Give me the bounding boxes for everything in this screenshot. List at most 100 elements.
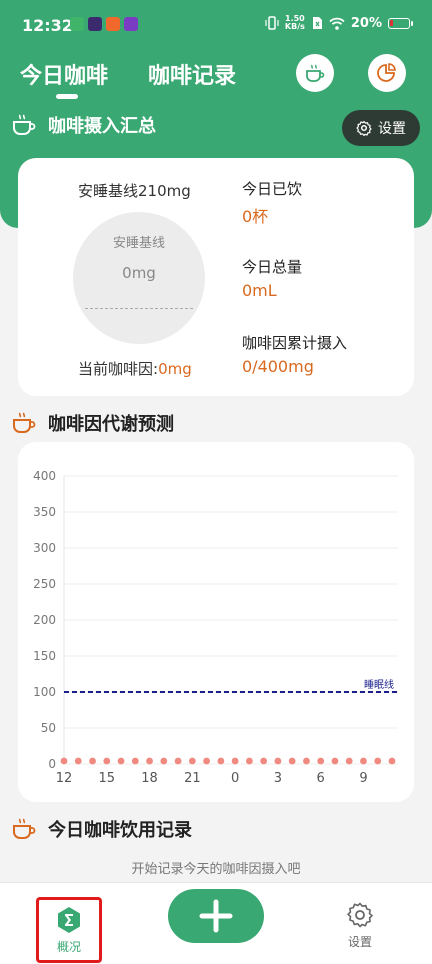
chart-y-tick-label: 300 [33,541,56,555]
nav-overview-label: 概况 [56,939,81,954]
status-bar: 12:32 1.50 KB/s 20% [0,0,432,48]
chart-x-tick-label: 21 [184,771,201,786]
chart-sleep-line-label: 睡眠线 [364,678,394,691]
chart-x-tick-label: 6 [317,771,325,786]
sleep-baseline-title: 安睡基线210mg [78,182,191,200]
add-record-button[interactable] [168,889,264,943]
sim-icon [312,17,322,29]
coffee-cup-icon [306,64,325,82]
app-notification-icon [106,17,120,31]
gauge-baseline-line [85,308,193,309]
chart-data-point [388,757,396,765]
coffee-cup-icon [13,818,36,839]
records-empty-hint: 开始记录今天的咖啡因摄入吧 [131,862,301,877]
vibrate-icon [265,16,279,30]
chart-data-point [331,757,339,765]
stat-label: 今日总量 [242,258,303,276]
stat-value: 0mL [242,281,277,300]
app-notification-icon [124,17,138,31]
chart-x-tick-label: 15 [99,771,116,786]
pie-chart-icon [377,63,396,82]
metabolism-chart-card: 0 50 100 150 200 250 300 350 400 12 15 18 21 0 3 6 9 睡眠线 [18,442,414,802]
tab-today-coffee[interactable]: 今日咖啡 [20,58,108,99]
current-caffeine-value: 0mg [158,360,192,378]
chart-data-point [317,757,325,765]
plus-icon [199,899,233,933]
wifi-icon [329,17,345,30]
battery-percent: 20% [350,15,382,31]
records-title-text: 今日咖啡饮用记录 [48,820,192,841]
gear-icon [347,902,373,928]
top-tabs: 今日咖啡 咖啡记录 [20,58,236,99]
stat-today-cups: 今日已饮 0杯 [242,178,302,227]
chart-data-point [274,757,282,765]
chart-data-point [245,757,253,765]
summary-title-text: 咖啡摄入汇总 [48,116,156,137]
stat-value: 0杯 [242,207,269,226]
stat-caffeine-total: 咖啡因累计摄入 0/400mg [242,332,347,376]
gauge-label: 安睡基线 [112,236,165,251]
chart-data-point [174,757,182,765]
chart-x-tick-label: 12 [56,771,73,786]
chart-data-point [360,757,367,765]
app-notification-icon [88,17,102,31]
stat-today-volume: 今日总量 0mL [242,256,302,300]
chart-y-tick-label: 250 [33,577,56,591]
gear-icon [356,120,372,136]
coffee-cup-button[interactable] [296,54,334,92]
network-speed-unit: KB/s [284,22,305,31]
metabolism-section-title: 咖啡因代谢预测 [12,410,174,436]
chart-data-point [103,757,111,765]
chart-y-tick-label: 100 [33,685,56,699]
settings-button-label: 设置 [378,121,406,137]
summary-card: 安睡基线210mg 安睡基线 0mg 当前咖啡因:0mg 今日已饮 0杯 今日总… [18,158,414,396]
status-time: 12:32 [22,16,73,35]
chart-y-tick-label: 400 [33,469,56,483]
chart-data-point [89,757,96,765]
current-caffeine: 当前咖啡因:0mg [78,358,192,379]
chart-y-tick-label: 200 [33,613,56,627]
statistics-button[interactable] [368,54,406,92]
metabolism-chart: 0 50 100 150 200 250 300 350 400 12 15 18 21 0 3 6 9 睡眠线 [33,469,398,786]
chart-x-tick-label: 9 [359,771,367,786]
chart-data-point [217,757,225,765]
chart-y-tick-label: 150 [33,649,56,663]
records-section-title: 今日咖啡饮用记录 [12,816,192,842]
chart-data-point [231,757,239,765]
summary-settings-button[interactable]: 设置 [342,110,420,146]
nav-settings-label: 设置 [347,935,372,949]
coffee-cup-icon [13,412,36,433]
chart-data-point [303,757,310,765]
coffee-cup-icon [13,114,36,135]
chart-data-point [374,757,382,765]
chart-y-tick-label: 350 [33,505,56,519]
summary-section-title: 咖啡摄入汇总 [12,112,156,138]
chart-data-point [131,757,139,765]
battery-icon [388,17,413,29]
chart-data-point [345,757,353,765]
nav-overview[interactable]: 概况 [36,897,102,963]
notification-icons [70,17,138,31]
chart-x-tick-label: 3 [274,771,282,786]
chart-data-point [188,757,196,765]
chart-data-point [160,757,168,765]
battery-level [390,19,394,26]
caffeine-gauge: 安睡基线 0mg [73,212,205,344]
chart-data-point [146,757,153,765]
chart-data-point [117,757,125,765]
app-notification-icon [70,17,84,31]
chart-data-point [203,757,211,765]
chart-data-point [74,757,82,765]
chart-y-tick-label: 0 [48,757,56,771]
chart-y-tick-label: 50 [41,721,56,735]
chart-data-point [60,757,68,765]
gauge-value: 0mg [122,264,156,282]
tab-coffee-records[interactable]: 咖啡记录 [148,58,236,90]
bottom-navigation: 概况 设置 [0,882,432,964]
stat-value: 0/400mg [242,357,314,376]
chart-x-tick-label: 0 [231,771,239,786]
nav-settings[interactable]: 设置 [330,901,390,950]
stat-label: 咖啡因累计摄入 [242,334,348,352]
chart-data-point [288,757,296,765]
chart-x-tick-label: 18 [141,771,158,786]
